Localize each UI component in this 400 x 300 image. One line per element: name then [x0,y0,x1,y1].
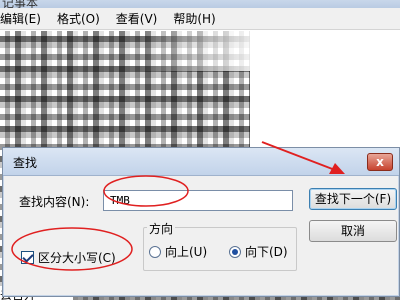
direction-up-label: 向上(U) [165,245,208,259]
direction-down-radio[interactable] [229,245,241,258]
direction-group-label: 方向 [147,220,176,237]
menu-format[interactable]: 格式(O) [49,10,108,27]
find-next-button[interactable]: 查找下一个(F) [309,188,397,210]
find-dialog: 查找 x 查找内容(N): TMB 查找下一个(F) 取消 方向 向上(U) 向… [2,147,400,297]
close-icon: x [376,155,384,169]
match-case-checkbox[interactable] [21,251,34,264]
notepad-title: 记事本 [2,0,39,8]
cancel-button[interactable]: 取消 [309,220,397,242]
menu-view[interactable]: 查看(V) [108,10,166,27]
menu-help[interactable]: 帮助(H) [165,10,223,27]
direction-up-radio[interactable] [149,245,161,258]
match-case-label: 区分大小写(C) [38,251,116,265]
direction-down-option[interactable]: 向下(D) [229,243,288,260]
notepad-blank-area-fade [140,31,270,71]
notepad-title-bar: 记事本 [0,0,400,8]
menu-edit[interactable]: 编辑(E) [0,10,49,27]
direction-down-label: 向下(D) [245,245,288,259]
find-dialog-body: 查找内容(N): TMB 查找下一个(F) 取消 方向 向上(U) 向下(D) … [3,177,399,297]
direction-up-option[interactable]: 向上(U) [149,243,207,260]
find-what-input[interactable]: TMB [103,190,293,211]
find-what-label: 查找内容(N): [19,195,90,209]
notepad-blank-area [250,31,400,151]
notepad-menu-bar: 编辑(E) 格式(O) 查看(V) 帮助(H) [0,8,400,30]
match-case-option[interactable]: 区分大小写(C) [21,249,116,266]
find-dialog-title-bar[interactable]: 查找 x [3,148,399,176]
find-dialog-title: 查找 [13,156,38,170]
close-button[interactable]: x [367,153,393,171]
